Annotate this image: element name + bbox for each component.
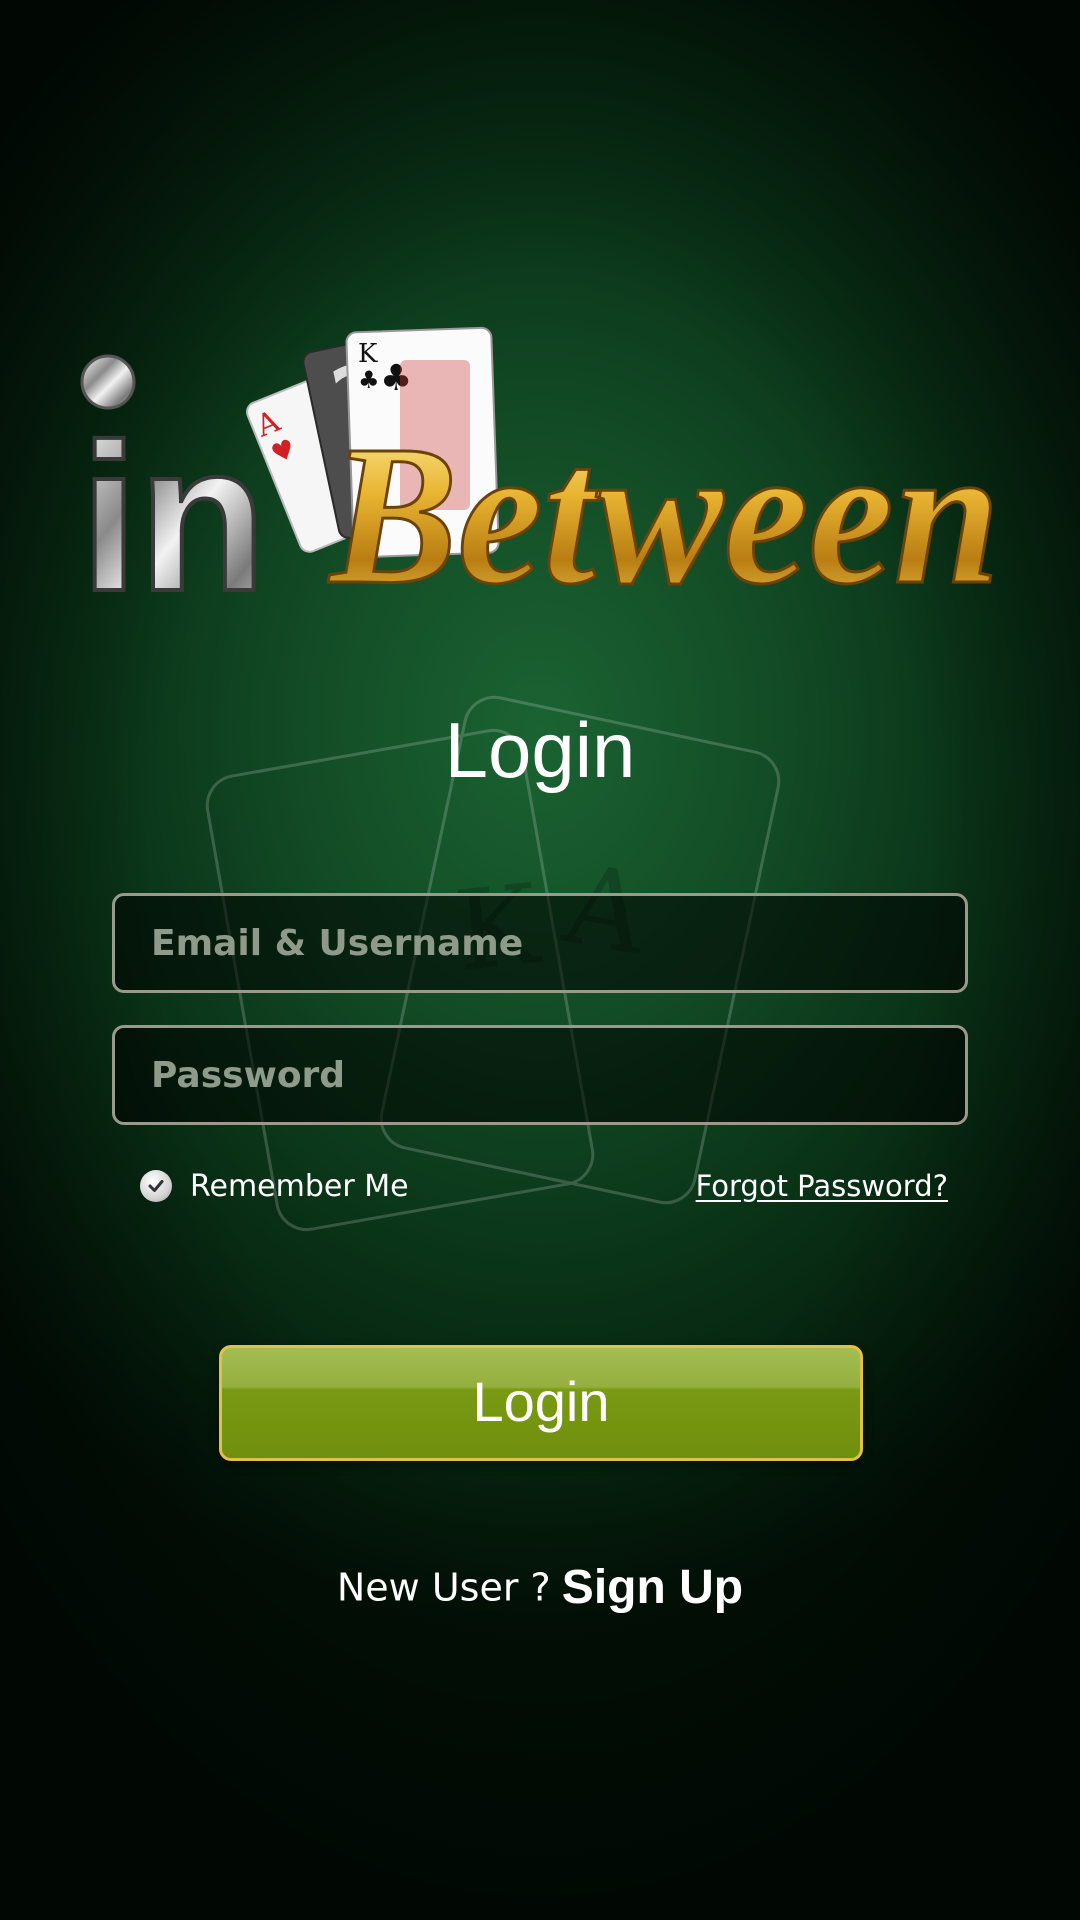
inbetween-logo: A ♥ ? K ♣ ♣ in Between bbox=[78, 320, 1010, 640]
check-icon bbox=[148, 1180, 164, 1192]
svg-text:K: K bbox=[358, 339, 378, 369]
page-title: Login bbox=[444, 706, 636, 794]
login-button[interactable]: Login bbox=[219, 1345, 863, 1461]
forgot-password-link[interactable]: Forgot Password? bbox=[696, 1166, 948, 1206]
svg-text:in: in bbox=[80, 400, 267, 635]
signup-row: New User ? Sign Up bbox=[0, 1560, 1080, 1615]
password-input[interactable] bbox=[115, 1028, 965, 1122]
remember-me-label: Remember Me bbox=[190, 1168, 409, 1204]
password-field[interactable] bbox=[112, 1025, 968, 1125]
logo-in-text: in bbox=[78, 354, 269, 637]
svg-text:♣: ♣ bbox=[358, 366, 380, 394]
sign-up-link[interactable]: Sign Up bbox=[562, 1561, 743, 1614]
email-field[interactable] bbox=[112, 893, 968, 993]
remember-me-toggle[interactable]: Remember Me bbox=[140, 1166, 409, 1206]
logo-between-text: Between bbox=[328, 405, 1000, 626]
logo-graphic: A ♥ ? K ♣ ♣ in Between bbox=[78, 326, 1002, 637]
new-user-prompt: New User ? bbox=[336, 1565, 551, 1610]
email-input[interactable] bbox=[115, 896, 965, 990]
checkbox-checked-icon[interactable] bbox=[140, 1170, 172, 1202]
